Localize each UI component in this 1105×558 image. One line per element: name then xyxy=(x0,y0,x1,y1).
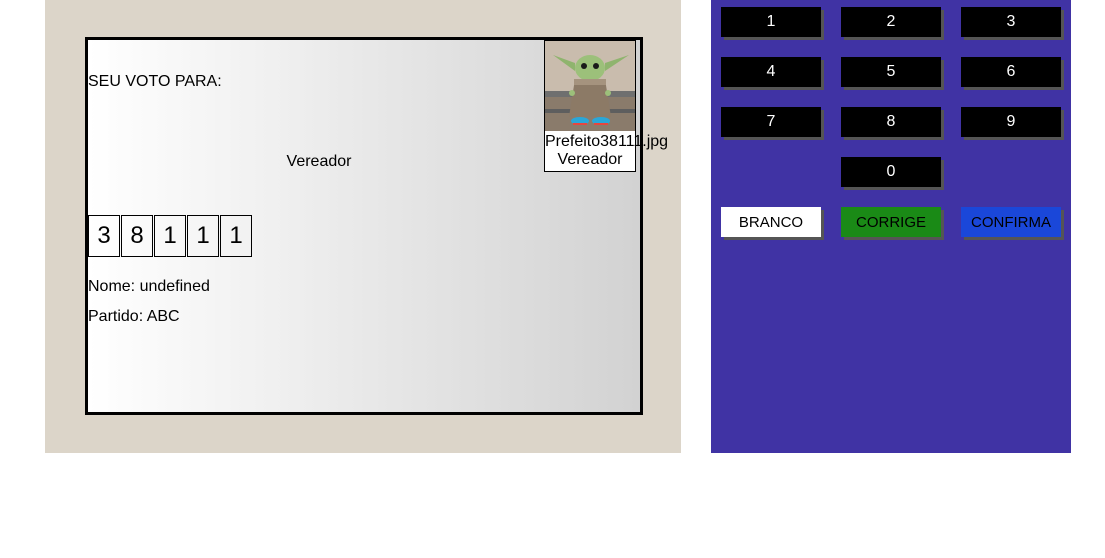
vote-title: SEU VOTO PARA: xyxy=(88,73,222,90)
digit-box: 1 xyxy=(154,215,186,257)
digit-box: 3 xyxy=(88,215,120,257)
digit-box: 8 xyxy=(121,215,153,257)
digit-box: 1 xyxy=(220,215,252,257)
urna-screen-panel: SEU VOTO PARA: Vereador 3 8 1 1 1 Nome: … xyxy=(45,0,681,453)
candidate-photo-card: Prefeito38111.jpg Vereador xyxy=(544,40,668,172)
key-0[interactable]: 0 xyxy=(841,157,941,187)
voting-screen: SEU VOTO PARA: Vereador 3 8 1 1 1 Nome: … xyxy=(85,37,668,415)
key-7[interactable]: 7 xyxy=(721,107,821,137)
office-label: Vereador xyxy=(286,153,352,170)
candidate-photo-image xyxy=(545,41,635,131)
photo-caption: Prefeito38111.jpg xyxy=(545,133,669,150)
key-4[interactable]: 4 xyxy=(721,57,821,87)
key-5[interactable]: 5 xyxy=(841,57,941,87)
keypad-panel: 1 2 3 4 5 6 7 8 9 0 BRANCO CORRIGE CONFI… xyxy=(711,0,1071,453)
photo-subtitle: Vereador xyxy=(557,151,623,168)
key-1[interactable]: 1 xyxy=(721,7,821,37)
key-3[interactable]: 3 xyxy=(961,7,1061,37)
branco-button[interactable]: BRANCO xyxy=(721,207,821,237)
key-8[interactable]: 8 xyxy=(841,107,941,137)
candidate-party: Partido: ABC xyxy=(88,308,180,325)
vote-digits: 3 8 1 1 1 xyxy=(88,215,253,257)
key-6[interactable]: 6 xyxy=(961,57,1061,87)
key-9[interactable]: 9 xyxy=(961,107,1061,137)
corrige-button[interactable]: CORRIGE xyxy=(841,207,941,237)
digit-box: 1 xyxy=(187,215,219,257)
candidate-photo xyxy=(545,41,635,131)
candidate-name: Nome: undefined xyxy=(88,278,210,295)
confirma-button[interactable]: CONFIRMA xyxy=(961,207,1061,237)
key-2[interactable]: 2 xyxy=(841,7,941,37)
